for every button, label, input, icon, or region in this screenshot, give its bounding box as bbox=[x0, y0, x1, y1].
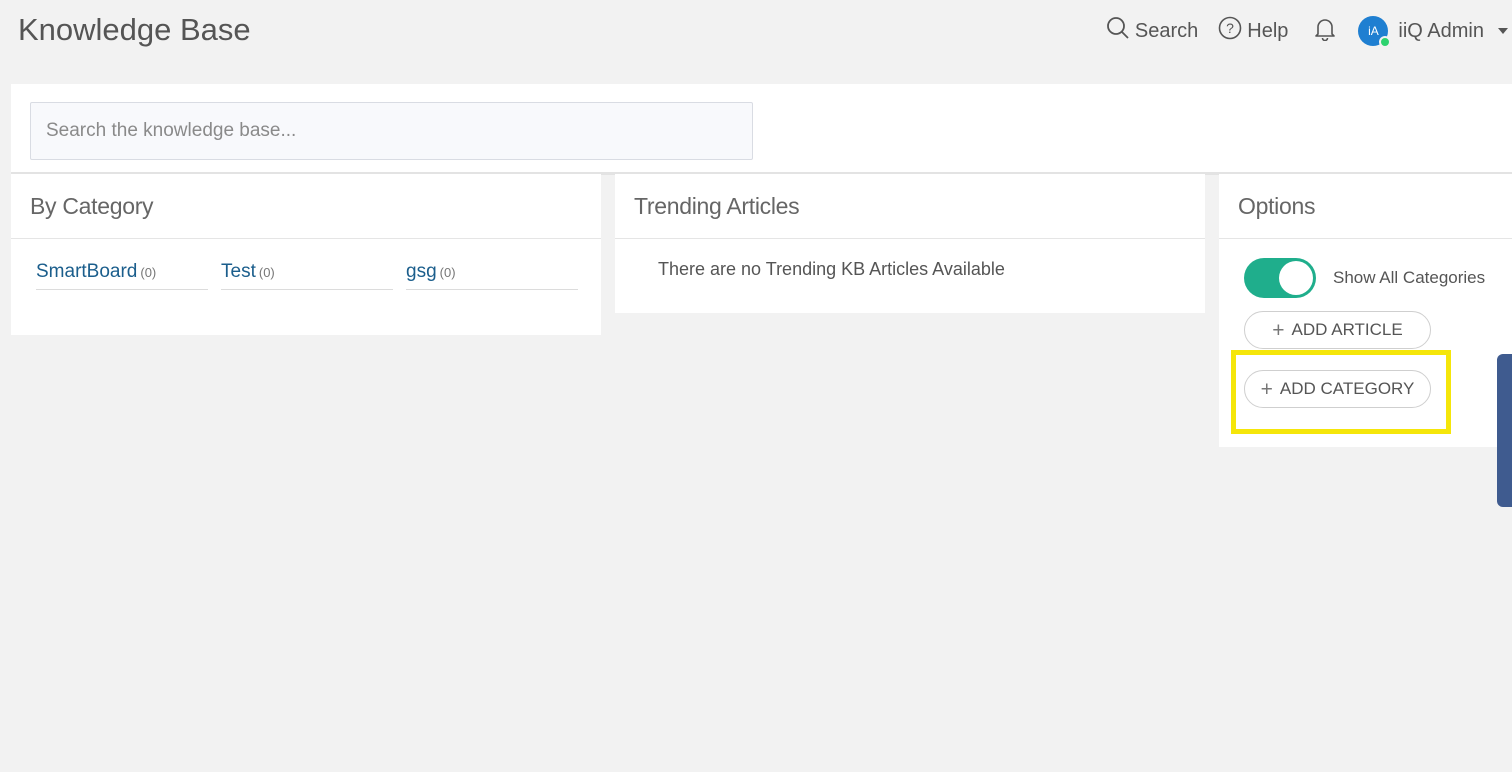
top-actions: Search ? Help iA iiQ Admin bbox=[1106, 14, 1512, 48]
bell-icon bbox=[1314, 17, 1336, 46]
trending-empty-message: There are no Trending KB Articles Availa… bbox=[658, 259, 1005, 279]
category-count: (0) bbox=[258, 265, 275, 280]
knowledge-base-page: Knowledge Base Search ? Help iA iiQ Admi… bbox=[0, 0, 1512, 772]
category-item-smartboard[interactable]: SmartBoard (0) bbox=[36, 261, 208, 290]
category-name[interactable]: gsg bbox=[406, 261, 437, 282]
add-article-label: ADD ARTICLE bbox=[1291, 320, 1403, 339]
trending-articles-card: Trending Articles There are no Trending … bbox=[615, 174, 1205, 313]
avatar: iA bbox=[1358, 16, 1392, 48]
page-title: Knowledge Base bbox=[18, 12, 251, 47]
chevron-down-icon bbox=[1498, 28, 1508, 34]
options-title: Options bbox=[1219, 174, 1512, 239]
search-label: Search bbox=[1134, 19, 1199, 42]
notifications-button[interactable] bbox=[1314, 17, 1336, 46]
category-count: (0) bbox=[140, 265, 157, 280]
category-item-test[interactable]: Test (0) bbox=[221, 261, 393, 290]
online-status-dot bbox=[1379, 36, 1392, 48]
toggle-knob bbox=[1279, 261, 1313, 295]
side-panel-tab[interactable] bbox=[1497, 354, 1512, 507]
help-icon: ? bbox=[1218, 16, 1242, 46]
options-card: Options Show All Categories + ADD ARTICL… bbox=[1219, 174, 1512, 447]
knowledge-base-search-input[interactable] bbox=[30, 102, 753, 160]
user-name: iiQ Admin bbox=[1398, 19, 1484, 42]
trending-articles-title: Trending Articles bbox=[615, 174, 1205, 239]
search-panel bbox=[11, 84, 1512, 172]
help-label: Help bbox=[1247, 19, 1289, 42]
user-menu[interactable]: iA iiQ Admin bbox=[1358, 16, 1512, 48]
category-count: (0) bbox=[439, 265, 456, 280]
svg-text:?: ? bbox=[1226, 20, 1234, 36]
add-category-label: ADD CATEGORY bbox=[1279, 379, 1415, 398]
by-category-card: By Category SmartBoard (0) Test (0) gsg (0) bbox=[11, 174, 601, 335]
category-name[interactable]: Test bbox=[221, 261, 256, 282]
category-item-gsg[interactable]: gsg (0) bbox=[406, 261, 578, 290]
avatar-initials: iA bbox=[1368, 24, 1379, 38]
add-article-button[interactable]: + ADD ARTICLE bbox=[1244, 311, 1431, 349]
by-category-title: By Category bbox=[11, 174, 601, 239]
category-list: SmartBoard (0) Test (0) gsg (0) bbox=[11, 239, 601, 290]
header-search-button[interactable]: Search bbox=[1106, 16, 1198, 46]
category-name[interactable]: SmartBoard bbox=[36, 261, 137, 282]
plus-icon: + bbox=[1260, 377, 1273, 401]
add-category-button[interactable]: + ADD CATEGORY bbox=[1244, 370, 1431, 408]
plus-icon: + bbox=[1272, 318, 1285, 342]
show-all-categories-label: Show All Categories bbox=[1333, 268, 1486, 287]
help-button[interactable]: ? Help bbox=[1218, 16, 1288, 46]
show-all-categories-row: Show All Categories bbox=[1219, 239, 1512, 298]
show-all-categories-toggle[interactable] bbox=[1244, 258, 1316, 298]
search-icon bbox=[1106, 16, 1130, 46]
